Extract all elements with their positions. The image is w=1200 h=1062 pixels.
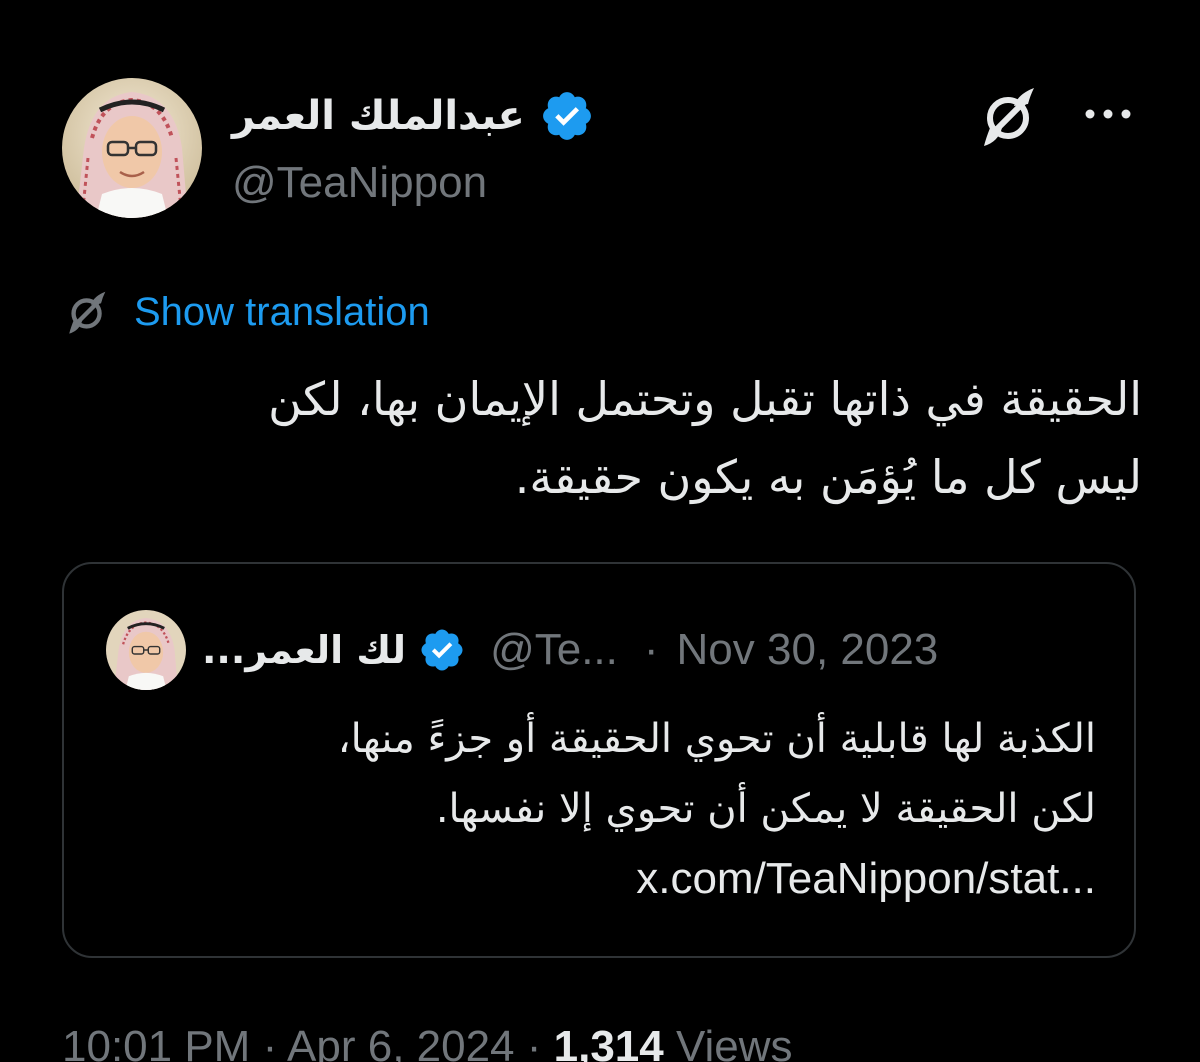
views-label: Views <box>663 1022 793 1062</box>
tweet-text: الحقيقة في ذاتها تقبل وتحتمل الإيمان بها… <box>62 360 1142 516</box>
profile-photo-icon <box>106 610 186 690</box>
tweet-time: 10:01 PM <box>62 1022 251 1062</box>
tweet-text-line: ليس كل ما يُؤمَن به يكون حقيقة. <box>514 450 1142 504</box>
quoted-author-handle: @Te... <box>490 625 618 674</box>
more-horizontal-icon[interactable] <box>1080 94 1136 134</box>
quoted-tweet-text: الكذبة لها قابلية أن تحوي الحقيقة أو جزء… <box>104 704 1096 914</box>
quoted-tweet-card[interactable]: ...لك العمر @Te... · Nov 30, 2023 الكذبة… <box>62 562 1136 958</box>
separator-dot: · <box>250 1022 288 1062</box>
views-count[interactable]: 1,314 <box>554 1022 664 1062</box>
quoted-text-line: لكن الحقيقة لا يمكن أن تحوي إلا نفسها. <box>435 786 1096 832</box>
tweet-date: Apr 6, 2024 <box>287 1022 515 1062</box>
profile-photo-icon <box>62 78 202 218</box>
tweet-text-line: الحقيقة في ذاتها تقبل وتحتمل الإيمان بها… <box>268 372 1142 426</box>
translate-icon[interactable] <box>974 80 1046 152</box>
verified-badge-icon <box>542 92 591 140</box>
separator-dot: · <box>643 625 659 674</box>
translate-icon <box>69 291 106 334</box>
tweet-detail: عبدالملك العمر @TeaNippon Show translati… <box>0 0 1200 1062</box>
author-display-name[interactable]: عبدالملك العمر <box>232 88 595 144</box>
author-avatar[interactable] <box>62 78 202 218</box>
quoted-tweet-header: ...لك العمر @Te... · Nov 30, 2023 <box>106 610 938 690</box>
quoted-tweet-date: Nov 30, 2023 <box>676 625 939 674</box>
show-translation-button[interactable]: Show translation <box>62 286 430 338</box>
show-translation-label[interactable]: Show translation <box>134 290 430 335</box>
author-name-text[interactable]: عبدالملك العمر <box>232 93 525 139</box>
tweet-meta: 10:01 PM · Apr 6, 2024 · 1,314 Views <box>62 1022 793 1062</box>
verified-badge-icon <box>421 629 463 671</box>
quoted-tweet-link[interactable]: x.com/TeaNippon/stat... <box>104 844 1096 914</box>
quoted-text-line: الكذبة لها قابلية أن تحوي الحقيقة أو جزء… <box>337 716 1096 762</box>
quoted-author-name: ...لك العمر <box>202 628 407 672</box>
author-handle[interactable]: @TeaNippon <box>232 158 487 208</box>
quoted-author-avatar <box>106 610 186 690</box>
separator-dot: · <box>514 1022 554 1062</box>
